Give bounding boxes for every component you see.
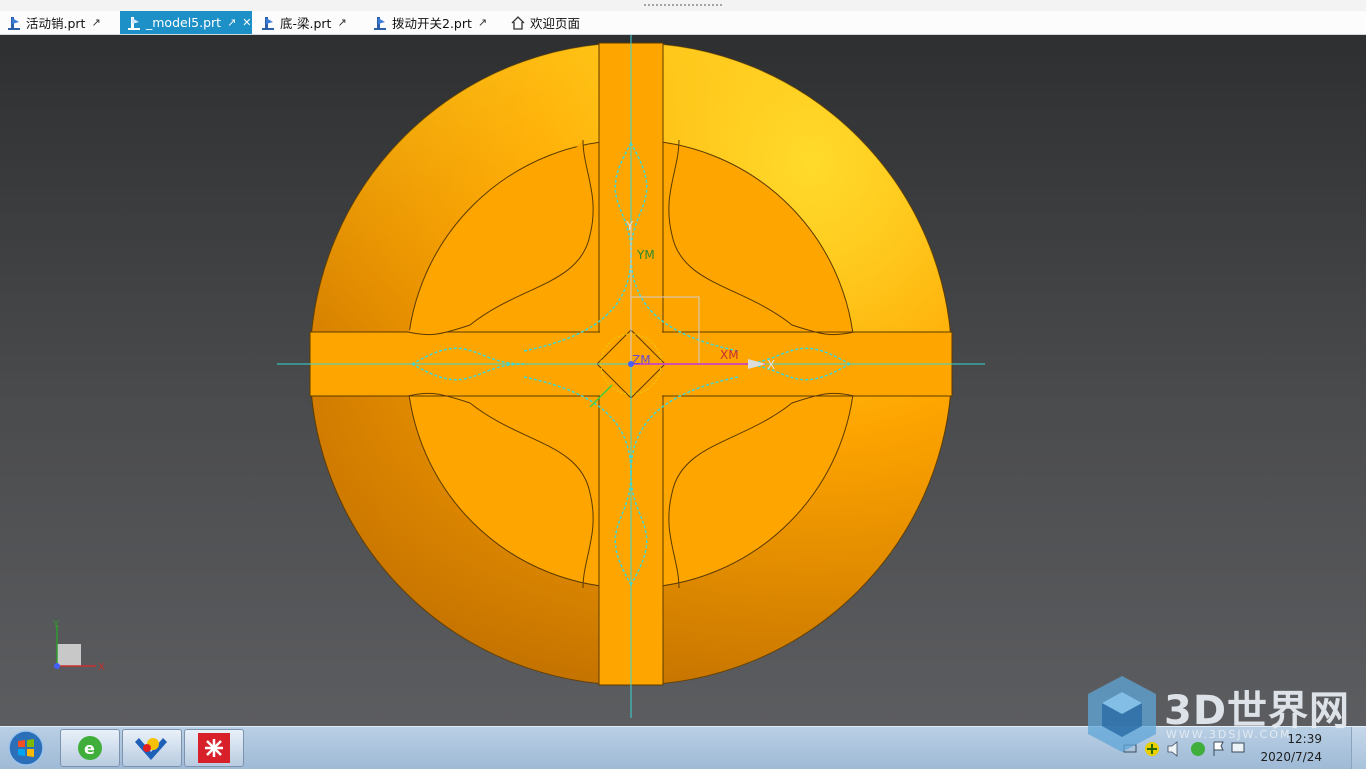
part-file-icon (374, 16, 386, 30)
triad-origin (54, 663, 60, 669)
window-top-strip (0, 0, 1366, 11)
tab-label: 欢迎页面 (530, 16, 581, 31)
taskbar-ie-button[interactable]: e (60, 729, 120, 767)
taskbar-red-app-button[interactable] (184, 729, 244, 767)
site-watermark: 3D世界网 WWW.3DSJW.COM (1082, 672, 1352, 758)
model-view[interactable]: Y YM ZM XM X Y X (0, 35, 1366, 726)
document-tab-bar: 活动销.prt ↗ _model5.prt ↗ ✕ 底-梁.prt ↗ 拨动开关… (0, 11, 1366, 35)
wcs-zm-label: ZM (632, 353, 651, 367)
tab-label: _model5.prt (146, 15, 222, 30)
triad-y-label: Y (52, 619, 60, 630)
resize-grip[interactable] (643, 3, 723, 8)
tab-label: 拨动开关2.prt (392, 16, 472, 31)
home-icon (511, 15, 525, 30)
tab-bodongkaiguan2[interactable]: 拨动开关2.prt ↗ (366, 11, 496, 34)
tab-di-liang[interactable]: 底-梁.prt ↗ (254, 11, 364, 34)
triad-x-label: X (98, 662, 105, 673)
tab-model5[interactable]: _model5.prt ↗ ✕ (120, 11, 252, 34)
view-triad[interactable]: Y X (52, 619, 105, 673)
nx-app-icon (135, 738, 167, 760)
svg-text:e: e (84, 739, 95, 758)
part-file-icon (262, 16, 274, 30)
taskbar-nx-button[interactable] (122, 729, 182, 767)
wcs-y-label: Y (625, 219, 634, 233)
popout-icon[interactable]: ↗ (478, 16, 487, 29)
tab-label: 底-梁.prt (280, 16, 332, 31)
popout-icon[interactable]: ↗ (337, 16, 346, 29)
tab-huodongxiao[interactable]: 活动销.prt ↗ (0, 11, 118, 34)
watermark-subtitle: WWW.3DSJW.COM (1166, 728, 1292, 741)
close-icon[interactable]: ✕ (242, 16, 251, 29)
tab-welcome-page[interactable]: 欢迎页面 (504, 11, 594, 34)
start-orb-icon[interactable] (4, 729, 48, 767)
popout-icon[interactable]: ↗ (227, 16, 236, 29)
wcs-ym-label: YM (636, 248, 655, 262)
show-desktop-button[interactable] (1351, 727, 1366, 769)
part-file-icon (8, 16, 20, 30)
wcs-xm-label: XM (720, 348, 739, 362)
tab-label: 活动销.prt (26, 16, 86, 31)
triad-cube (57, 644, 81, 666)
watermark-cube-icon (1088, 676, 1156, 752)
red-app-icon (198, 733, 230, 763)
popout-icon[interactable]: ↗ (91, 16, 100, 29)
wcs-x-label: X (767, 358, 775, 372)
part-file-icon (128, 16, 140, 30)
ie-browser-icon: e (78, 736, 102, 760)
graphics-viewport[interactable]: Y YM ZM XM X Y X (0, 35, 1366, 726)
